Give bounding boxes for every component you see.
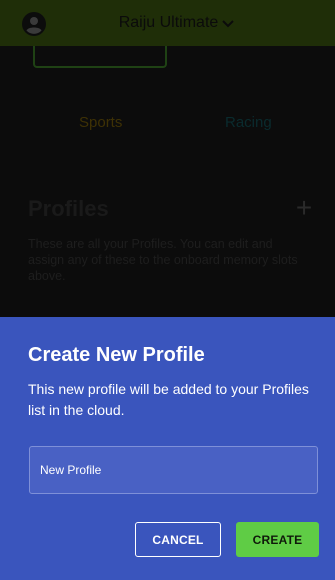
- profiles-heading: Profiles: [28, 196, 109, 221]
- app-header: Raiju Ultimate: [0, 0, 335, 46]
- memory-slot-box[interactable]: [33, 46, 167, 68]
- chevron-down-icon: [222, 15, 235, 33]
- sheet-title: Create New Profile: [28, 344, 205, 366]
- mode-sports[interactable]: Sports: [79, 114, 122, 131]
- profiles-description: These are all your Profiles. You can edi…: [28, 237, 298, 283]
- profile-name-input[interactable]: [29, 446, 318, 494]
- create-profile-sheet: Create New Profile This new profile will…: [0, 317, 335, 580]
- sheet-description: This new profile will be added to your P…: [28, 381, 309, 418]
- cancel-button[interactable]: CANCEL: [135, 522, 221, 557]
- create-button[interactable]: CREATE: [236, 522, 319, 557]
- device-selector[interactable]: Raiju Ultimate: [0, 0, 335, 46]
- device-title: Raiju Ultimate: [118, 14, 219, 31]
- add-profile-button[interactable]: +: [292, 194, 316, 222]
- mode-racing[interactable]: Racing: [225, 114, 272, 131]
